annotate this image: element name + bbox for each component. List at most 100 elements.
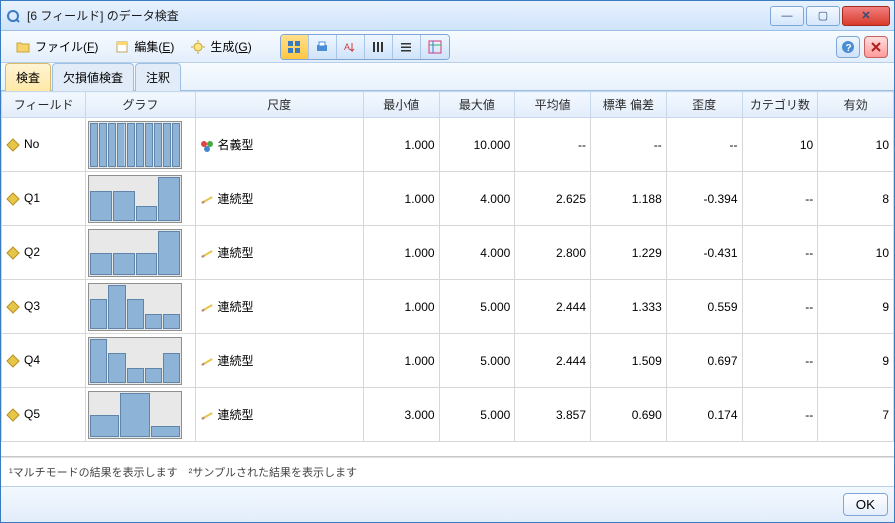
audit-table: フィールド グラフ 尺度 最小値 最大値 平均値 標準 偏差 歪度 カテゴリ数 … [1, 91, 894, 442]
close-dialog-button[interactable] [864, 36, 888, 58]
col-valid[interactable]: 有効 [818, 92, 894, 118]
col-min[interactable]: 最小値 [363, 92, 439, 118]
table-scroll[interactable]: フィールド グラフ 尺度 最小値 最大値 平均値 標準 偏差 歪度 カテゴリ数 … [1, 91, 894, 457]
cell-min: 1.000 [363, 118, 439, 172]
titlebar: [6 フィールド] のデータ検査 ― ▢ ✕ [1, 1, 894, 31]
cell-sd: 0.690 [591, 388, 667, 442]
cell-mean: 2.444 [515, 280, 591, 334]
mini-chart [88, 121, 182, 169]
cell-ncat: -- [742, 334, 818, 388]
tab-annotation[interactable]: 注釈 [135, 63, 181, 91]
table-header-row: フィールド グラフ 尺度 最小値 最大値 平均値 標準 偏差 歪度 カテゴリ数 … [2, 92, 894, 118]
col-ncat[interactable]: カテゴリ数 [742, 92, 818, 118]
cell-valid: 10 [818, 226, 894, 280]
field-type-icon [6, 408, 20, 422]
cell-graph [86, 334, 195, 388]
cell-graph [86, 172, 195, 226]
field-type-icon [6, 354, 20, 368]
cell-skew: -0.431 [666, 226, 742, 280]
cell-skew: -- [666, 118, 742, 172]
cell-field: Q5 [2, 388, 86, 442]
menu-generate[interactable]: 生成(G) [182, 36, 259, 57]
cell-min: 1.000 [363, 172, 439, 226]
cell-field: Q3 [2, 280, 86, 334]
cell-max: 5.000 [439, 388, 515, 442]
cell-valid: 8 [818, 172, 894, 226]
tool-sort[interactable]: A [337, 35, 365, 59]
cell-ncat: 10 [742, 118, 818, 172]
cell-measure: 連続型 [195, 226, 363, 280]
cell-measure: 連続型 [195, 172, 363, 226]
tab-audit[interactable]: 検査 [5, 63, 51, 91]
col-sd[interactable]: 標準 偏差 [591, 92, 667, 118]
close-window-button[interactable]: ✕ [842, 6, 890, 26]
field-type-icon [6, 192, 20, 206]
minimize-button[interactable]: ― [770, 6, 804, 26]
col-mean[interactable]: 平均値 [515, 92, 591, 118]
cell-ncat: -- [742, 388, 818, 442]
col-max[interactable]: 最大値 [439, 92, 515, 118]
table-row[interactable]: Q5 連続型 3.000 5.000 3.857 0.690 0.174 -- … [2, 388, 894, 442]
edit-icon [114, 39, 130, 55]
table-row[interactable]: Q1 連続型 1.000 4.000 2.625 1.188 -0.394 --… [2, 172, 894, 226]
cell-max: 5.000 [439, 280, 515, 334]
col-measure[interactable]: 尺度 [195, 92, 363, 118]
col-field[interactable]: フィールド [2, 92, 86, 118]
cell-valid: 7 [818, 388, 894, 442]
window-title: [6 フィールド] のデータ検査 [27, 7, 770, 24]
cell-graph [86, 388, 195, 442]
cell-min: 1.000 [363, 226, 439, 280]
dialog-window: [6 フィールド] のデータ検査 ― ▢ ✕ ファイル(F) 編集(E) 生成(… [0, 0, 895, 523]
svg-text:?: ? [846, 43, 852, 54]
ok-button[interactable]: OK [843, 493, 888, 516]
tool-print[interactable] [309, 35, 337, 59]
cell-max: 5.000 [439, 334, 515, 388]
tool-view-grid[interactable] [281, 35, 309, 59]
cell-sd: 1.333 [591, 280, 667, 334]
measure-icon [200, 139, 214, 153]
table-row[interactable]: Q4 連続型 1.000 5.000 2.444 1.509 0.697 -- … [2, 334, 894, 388]
close-icon: ✕ [861, 9, 870, 22]
field-type-icon [6, 300, 20, 314]
mini-chart [88, 229, 182, 277]
generate-icon [190, 39, 206, 55]
tab-bar: 検査 欠損値検査 注釈 [1, 63, 894, 91]
cell-min: 3.000 [363, 388, 439, 442]
cell-valid: 9 [818, 280, 894, 334]
svg-text:A: A [344, 42, 350, 52]
tool-bars-icon[interactable] [365, 35, 393, 59]
table-row[interactable]: Q3 連続型 1.000 5.000 2.444 1.333 0.559 -- … [2, 280, 894, 334]
menu-edit[interactable]: 編集(E) [106, 36, 182, 57]
table-row[interactable]: No 名義型 1.000 10.000 -- -- -- 10 10 [2, 118, 894, 172]
cell-mean: 3.857 [515, 388, 591, 442]
folder-icon [15, 39, 31, 55]
field-type-icon [6, 246, 20, 260]
cell-measure: 連続型 [195, 334, 363, 388]
tool-list-icon[interactable] [393, 35, 421, 59]
cell-max: 4.000 [439, 226, 515, 280]
help-button[interactable]: ? [836, 36, 860, 58]
tool-table-icon[interactable] [421, 35, 449, 59]
measure-icon [200, 409, 214, 423]
col-skew[interactable]: 歪度 [666, 92, 742, 118]
cell-min: 1.000 [363, 334, 439, 388]
tab-missing[interactable]: 欠損値検査 [52, 63, 134, 91]
col-graph[interactable]: グラフ [86, 92, 195, 118]
cell-graph [86, 118, 195, 172]
cell-graph [86, 280, 195, 334]
cell-mean: 2.444 [515, 334, 591, 388]
cell-ncat: -- [742, 226, 818, 280]
cell-mean: 2.800 [515, 226, 591, 280]
cell-measure: 連続型 [195, 388, 363, 442]
maximize-button[interactable]: ▢ [806, 6, 840, 26]
menu-file[interactable]: ファイル(F) [7, 36, 106, 57]
measure-icon [200, 301, 214, 315]
cell-max: 10.000 [439, 118, 515, 172]
cell-field: Q4 [2, 334, 86, 388]
cell-ncat: -- [742, 172, 818, 226]
mini-chart [88, 175, 182, 223]
cell-graph [86, 226, 195, 280]
cell-mean: 2.625 [515, 172, 591, 226]
cell-skew: 0.697 [666, 334, 742, 388]
table-row[interactable]: Q2 連続型 1.000 4.000 2.800 1.229 -0.431 --… [2, 226, 894, 280]
